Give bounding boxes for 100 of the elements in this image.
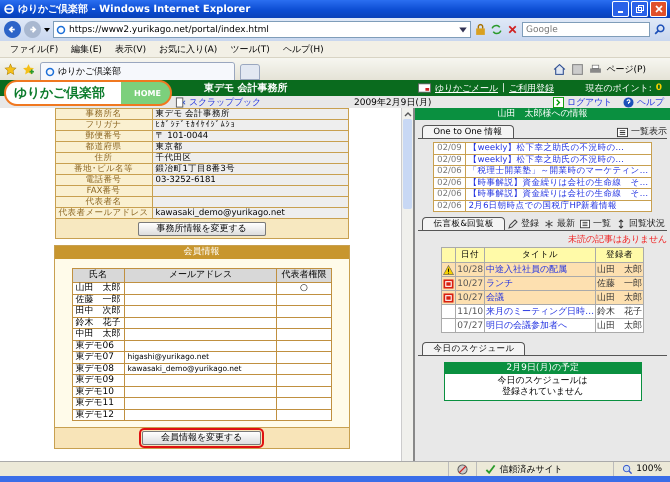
registration-link[interactable]: ご利用登録 xyxy=(509,82,554,94)
window-title: ゆりかご倶楽部 - Windows Internet Explorer xyxy=(18,2,252,16)
mail-icon[interactable] xyxy=(418,83,431,93)
zoom-icon[interactable] xyxy=(622,464,634,474)
list-icon[interactable] xyxy=(617,127,628,138)
user-info-heading: 山田 太郎様への情報 xyxy=(415,108,670,120)
caret-icon[interactable] xyxy=(44,28,50,32)
representative-mark: ○ xyxy=(276,282,332,294)
url-text: https://www2.yurikago.net/portal/index.html xyxy=(69,24,270,34)
site-logo[interactable]: ゆりかご倶楽部 HOME xyxy=(4,80,172,106)
close-button[interactable] xyxy=(650,1,667,17)
schedule-tab[interactable]: 今日のスケジュール xyxy=(422,342,526,355)
item-link[interactable]: 【時事解説】資金繰りは会社の生命線 そ… xyxy=(465,188,652,200)
item-date: 02/06 xyxy=(434,200,466,212)
field-value: 千代田区 xyxy=(152,152,348,164)
board-action-link[interactable]: 一覧 xyxy=(593,217,611,230)
post-title-link[interactable]: 明日の会議参加者へ xyxy=(484,318,596,332)
schedule-heading: 2月9日(月)の予定 xyxy=(444,363,641,374)
scroll-thumb[interactable] xyxy=(403,119,412,209)
member-name: 鈴木 花子 xyxy=(72,317,124,328)
list-icon[interactable] xyxy=(580,219,590,229)
privacy-icon[interactable] xyxy=(457,464,468,474)
logout-link[interactable]: ログアウト xyxy=(567,96,612,108)
column-header: 代表者権限 xyxy=(276,268,332,282)
address-field[interactable]: https://www2.yurikago.net/portal/index.html xyxy=(53,21,471,38)
board-action-link[interactable]: 登録 xyxy=(521,217,539,230)
page-menu[interactable]: ページ(P) xyxy=(606,62,646,76)
item-link[interactable]: 「税理士開業塾」～開業時のマーケティン… xyxy=(465,166,652,177)
post-author: 鈴木 花子 xyxy=(596,304,644,318)
scrapbook-link[interactable]: スクラップブック xyxy=(189,96,261,108)
minimize-button[interactable] xyxy=(612,1,629,17)
unread-notice: 未読の記事はありません xyxy=(567,234,667,246)
scroll-up-icon[interactable] xyxy=(404,111,412,117)
menu-item[interactable]: 表示(V) xyxy=(114,42,146,56)
field-value: 03-3252-6181 xyxy=(152,174,348,186)
post-author: 山田 太郎 xyxy=(596,262,644,276)
search-icon[interactable] xyxy=(653,23,666,36)
item-link[interactable]: 2月6日朝時点での国税庁HP新着情報 xyxy=(465,200,652,212)
members-title: 会員情報 xyxy=(54,246,349,259)
post-title-link[interactable]: ランチ xyxy=(484,276,596,290)
menu-item[interactable]: ファイル(F) xyxy=(10,42,58,56)
zoom-level[interactable]: 100% xyxy=(636,464,662,474)
scrollbar[interactable] xyxy=(401,108,414,461)
item-link[interactable]: 【時事解説】資金繰りは会社の生命線 そ… xyxy=(465,177,652,188)
edit-office-button[interactable]: 事務所情報を変更する xyxy=(138,222,266,236)
close-icon[interactable] xyxy=(654,4,664,14)
browser-tab[interactable]: ゆりかご倶楽部 xyxy=(40,62,235,80)
menu-item[interactable]: お気に入り(A) xyxy=(159,42,218,56)
pencil-icon[interactable] xyxy=(508,219,518,229)
stop-icon[interactable] xyxy=(506,23,519,36)
member-name: 佐藤 一郎 xyxy=(72,294,124,306)
help-link[interactable]: ヘルプ xyxy=(637,96,664,108)
help-icon[interactable] xyxy=(623,96,634,108)
lock-icon[interactable] xyxy=(474,23,487,36)
board-action-link[interactable]: 最新 xyxy=(557,217,575,230)
date-text: 2009年2月9日(月) xyxy=(354,96,432,108)
security-zone: 信頼済みサイト xyxy=(499,464,562,476)
item-link[interactable]: 【weekly】松下幸之助氏の不況時の… xyxy=(465,154,652,166)
home-icon[interactable] xyxy=(552,62,566,76)
caret-icon[interactable] xyxy=(458,24,468,34)
new-icon xyxy=(443,278,454,288)
menu-item[interactable]: ツール(T) xyxy=(230,42,270,56)
star-icon[interactable] xyxy=(4,62,17,76)
post-title-link[interactable]: 来月のミーティング日時… xyxy=(484,304,596,318)
board-action-link[interactable]: 回覧状況 xyxy=(629,217,665,230)
member-name: 東デモ11 xyxy=(72,398,124,409)
logout-icon[interactable] xyxy=(553,96,564,108)
add-favorite-icon[interactable] xyxy=(22,62,35,76)
field-label: 番地･ビル名等 xyxy=(55,164,152,174)
item-date: 02/09 xyxy=(434,142,466,154)
back-button[interactable] xyxy=(4,21,21,38)
edit-members-button[interactable]: 会員情報を変更する xyxy=(142,431,262,445)
scrapbook-icon[interactable] xyxy=(175,96,186,108)
field-value: 〒 101-0044 xyxy=(152,130,348,142)
menu-item[interactable]: ヘルプ(H) xyxy=(282,42,324,56)
tab-label[interactable]: ゆりかご倶楽部 xyxy=(58,65,121,78)
post-title-link[interactable]: 会議 xyxy=(484,290,596,304)
mail-link[interactable]: ゆりかごメール xyxy=(435,82,498,94)
asterisk-icon[interactable] xyxy=(544,219,554,229)
field-value: 東京都 xyxy=(152,142,348,152)
one-to-one-tab[interactable]: One to One 情報 xyxy=(422,125,514,138)
member-name: 田中 次郎 xyxy=(72,306,124,317)
column-header: 登録者 xyxy=(596,248,644,262)
arrows-icon[interactable] xyxy=(616,219,626,229)
member-name: 東デモ06 xyxy=(72,340,124,352)
bulletin-board-tab[interactable]: 伝言板&回覧板 xyxy=(422,217,505,230)
checkmark-icon xyxy=(485,464,496,474)
search-field[interactable]: Google xyxy=(522,22,650,37)
restore-icon[interactable] xyxy=(634,4,644,14)
points-label: 現在のポイント: xyxy=(586,82,652,94)
post-title-link[interactable]: 中途入社社員の配属 xyxy=(484,262,596,276)
list-view-link[interactable]: 一覧表示 xyxy=(631,125,667,138)
refresh-icon[interactable] xyxy=(490,23,503,36)
field-label: 代表者メールアドレス xyxy=(55,208,152,218)
menu-item[interactable]: 編集(E) xyxy=(71,42,102,56)
field-label: 代表者名 xyxy=(55,196,152,208)
item-link[interactable]: 【weekly】松下幸之助氏の不況時の… xyxy=(465,142,652,154)
restore-button[interactable] xyxy=(631,1,648,17)
print-icon[interactable] xyxy=(588,62,602,76)
post-date: 10/27 xyxy=(456,290,485,304)
